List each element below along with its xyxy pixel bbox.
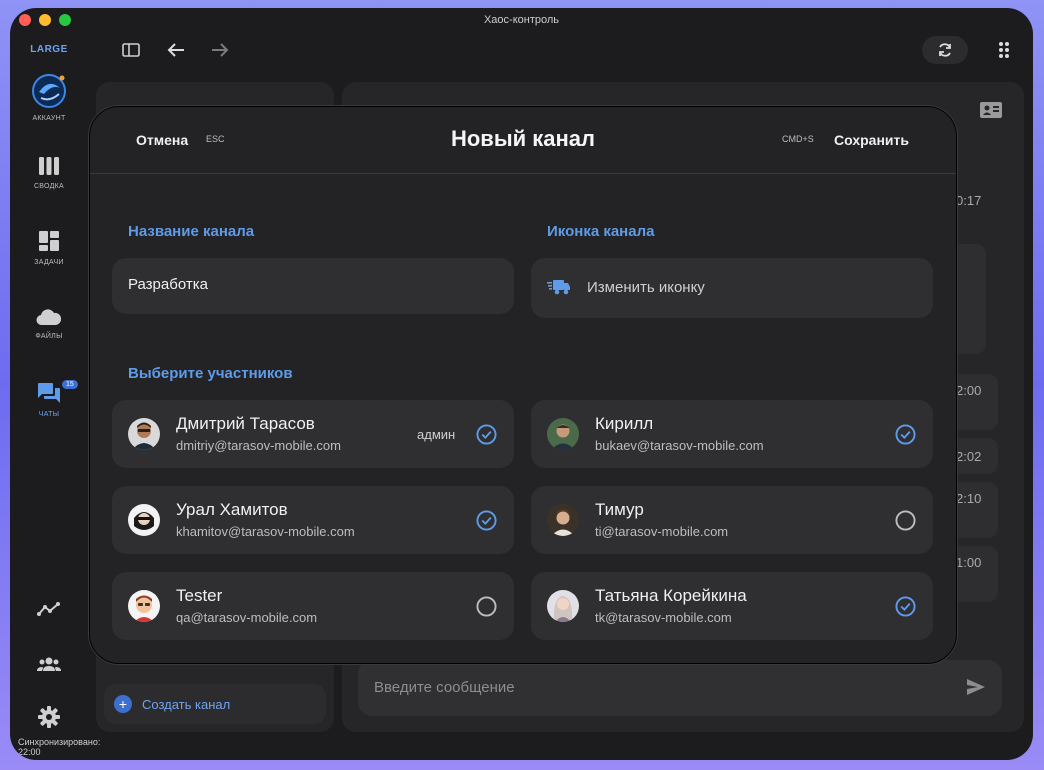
send-icon bbox=[967, 679, 985, 695]
dialog-header: Отмена ESC Новый канал CMD+S Сохранить bbox=[90, 107, 956, 174]
sidebar-item-label: АККАУНТ bbox=[32, 115, 66, 122]
message-input-placeholder: Введите сообщение bbox=[374, 679, 515, 696]
member-name: Татьяна Корейкина bbox=[595, 586, 747, 605]
sidebar-item-files[interactable]: ФАЙЛЫ bbox=[10, 308, 88, 340]
sidebar-item-label: СВОДКА bbox=[33, 183, 65, 190]
message-time: 2:10 bbox=[956, 491, 982, 506]
dots-grid-icon bbox=[999, 42, 1009, 58]
member-email: qa@tarasov-mobile.com bbox=[176, 610, 318, 625]
member-name: Дмитрий Тарасов bbox=[176, 414, 315, 433]
member-email: khamitov@tarasov-mobile.com bbox=[176, 524, 355, 539]
channel-icon-label: Иконка канала bbox=[547, 223, 655, 240]
forward-button[interactable] bbox=[206, 38, 234, 62]
apps-menu-button[interactable] bbox=[990, 38, 1018, 62]
checked-circle-icon[interactable] bbox=[476, 424, 497, 445]
member-name: Тимур bbox=[595, 500, 644, 519]
columns-icon bbox=[39, 157, 59, 175]
member-row[interactable]: Дмитрий Тарасов dmitriy@tarasov-mobile.c… bbox=[112, 400, 514, 468]
arrow-left-icon bbox=[167, 43, 184, 57]
checked-circle-icon[interactable] bbox=[476, 510, 497, 531]
avatar bbox=[547, 590, 579, 622]
change-icon-label: Изменить иконку bbox=[587, 279, 705, 296]
contact-card-icon bbox=[980, 102, 1002, 118]
create-channel-button[interactable]: + Создать канал bbox=[104, 684, 326, 724]
members-label: Выберите участников bbox=[128, 365, 293, 382]
channel-name-value: Разработка bbox=[128, 276, 208, 293]
channel-name-field[interactable]: Разработка bbox=[112, 258, 514, 314]
create-channel-label: Создать канал bbox=[142, 696, 231, 712]
avatar bbox=[547, 504, 579, 536]
window-title: Хаос-контроль bbox=[483, 14, 560, 26]
unchecked-circle-icon[interactable] bbox=[476, 596, 497, 617]
sidebar: LARGE АККАУНТ СВОДКА ЗАДАЧИ ФАЙЛЫ 15 ЧАТ… bbox=[10, 32, 100, 760]
avatar bbox=[128, 590, 160, 622]
sidebar-item-label: ФАЙЛЫ bbox=[35, 333, 63, 340]
refresh-button[interactable] bbox=[922, 36, 968, 64]
brand-label: LARGE bbox=[30, 44, 68, 55]
member-email: ti@tarasov-mobile.com bbox=[595, 524, 729, 539]
member-row[interactable]: Тимур ti@tarasov-mobile.com bbox=[531, 486, 933, 554]
sidebar-toggle-icon bbox=[122, 43, 140, 57]
message-time: 2:00 bbox=[956, 383, 982, 398]
plus-icon: + bbox=[114, 695, 132, 713]
chats-icon bbox=[38, 383, 60, 403]
gear-icon bbox=[38, 706, 60, 728]
checked-circle-icon[interactable] bbox=[895, 424, 916, 445]
refresh-icon bbox=[939, 43, 951, 57]
account-avatar-icon bbox=[32, 74, 66, 108]
member-name: Урал Хамитов bbox=[176, 500, 288, 519]
arrow-right-icon bbox=[212, 43, 229, 57]
contact-card-button[interactable] bbox=[980, 102, 1002, 123]
cloud-icon bbox=[36, 309, 62, 326]
team-button[interactable] bbox=[10, 656, 88, 672]
avatar bbox=[128, 504, 160, 536]
member-email: bukaev@tarasov-mobile.com bbox=[595, 438, 764, 453]
sidebar-item-chats[interactable]: 15 ЧАТЫ bbox=[10, 380, 88, 418]
member-row[interactable]: Кирилл bukaev@tarasov-mobile.com bbox=[531, 400, 933, 468]
people-icon bbox=[37, 657, 61, 671]
trend-icon bbox=[37, 602, 60, 616]
avatar bbox=[547, 418, 579, 450]
toggle-sidebar-button[interactable] bbox=[117, 38, 145, 62]
unread-badge: 15 bbox=[62, 380, 78, 389]
avatar bbox=[128, 418, 160, 450]
send-button[interactable] bbox=[966, 678, 986, 701]
message-time: 2:02 bbox=[956, 449, 982, 464]
new-channel-dialog: Отмена ESC Новый канал CMD+S Сохранить Н… bbox=[89, 106, 957, 664]
member-email: dmitriy@tarasov-mobile.com bbox=[176, 438, 341, 453]
analytics-button[interactable] bbox=[10, 602, 88, 616]
save-shortcut-hint: CMD+S bbox=[782, 134, 814, 144]
message-time: 1:00 bbox=[956, 555, 982, 570]
channel-name-label: Название канала bbox=[128, 223, 255, 240]
message-input[interactable]: Введите сообщение bbox=[358, 660, 1002, 716]
sidebar-item-label: ЗАДАЧИ bbox=[34, 259, 64, 266]
settings-button[interactable] bbox=[10, 706, 88, 728]
member-name: Tester bbox=[176, 586, 223, 605]
back-button[interactable] bbox=[162, 38, 190, 62]
sidebar-item-label: ЧАТЫ bbox=[38, 411, 60, 418]
message-time: 0:17 bbox=[956, 193, 982, 208]
member-name: Кирилл bbox=[595, 414, 654, 433]
change-icon-button[interactable]: Изменить иконку bbox=[531, 258, 933, 318]
unchecked-circle-icon[interactable] bbox=[895, 510, 916, 531]
sidebar-item-tasks[interactable]: ЗАДАЧИ bbox=[10, 230, 88, 266]
save-button[interactable]: Сохранить bbox=[834, 132, 909, 148]
checked-circle-icon[interactable] bbox=[895, 596, 916, 617]
delivery-truck-icon bbox=[547, 280, 570, 295]
member-row[interactable]: Татьяна Корейкина tk@tarasov-mobile.com bbox=[531, 572, 933, 640]
dialog-title: Новый канал bbox=[450, 126, 596, 151]
sidebar-item-summary[interactable]: СВОДКА bbox=[10, 156, 88, 190]
member-row[interactable]: Tester qa@tarasov-mobile.com bbox=[112, 572, 514, 640]
title-bar: Хаос-контроль bbox=[10, 8, 1033, 32]
app-window: Хаос-контроль LARGE АККАУНТ СВОДКА ЗАДАЧ… bbox=[10, 8, 1033, 760]
member-row[interactable]: Урал Хамитов khamitov@tarasov-mobile.com bbox=[112, 486, 514, 554]
dashboard-icon bbox=[39, 231, 59, 251]
member-role: админ bbox=[417, 427, 456, 442]
member-email: tk@tarasov-mobile.com bbox=[595, 610, 732, 625]
sync-status: Синхронизировано: 22:00 bbox=[18, 737, 101, 757]
sidebar-item-account[interactable]: АККАУНТ bbox=[10, 74, 88, 122]
